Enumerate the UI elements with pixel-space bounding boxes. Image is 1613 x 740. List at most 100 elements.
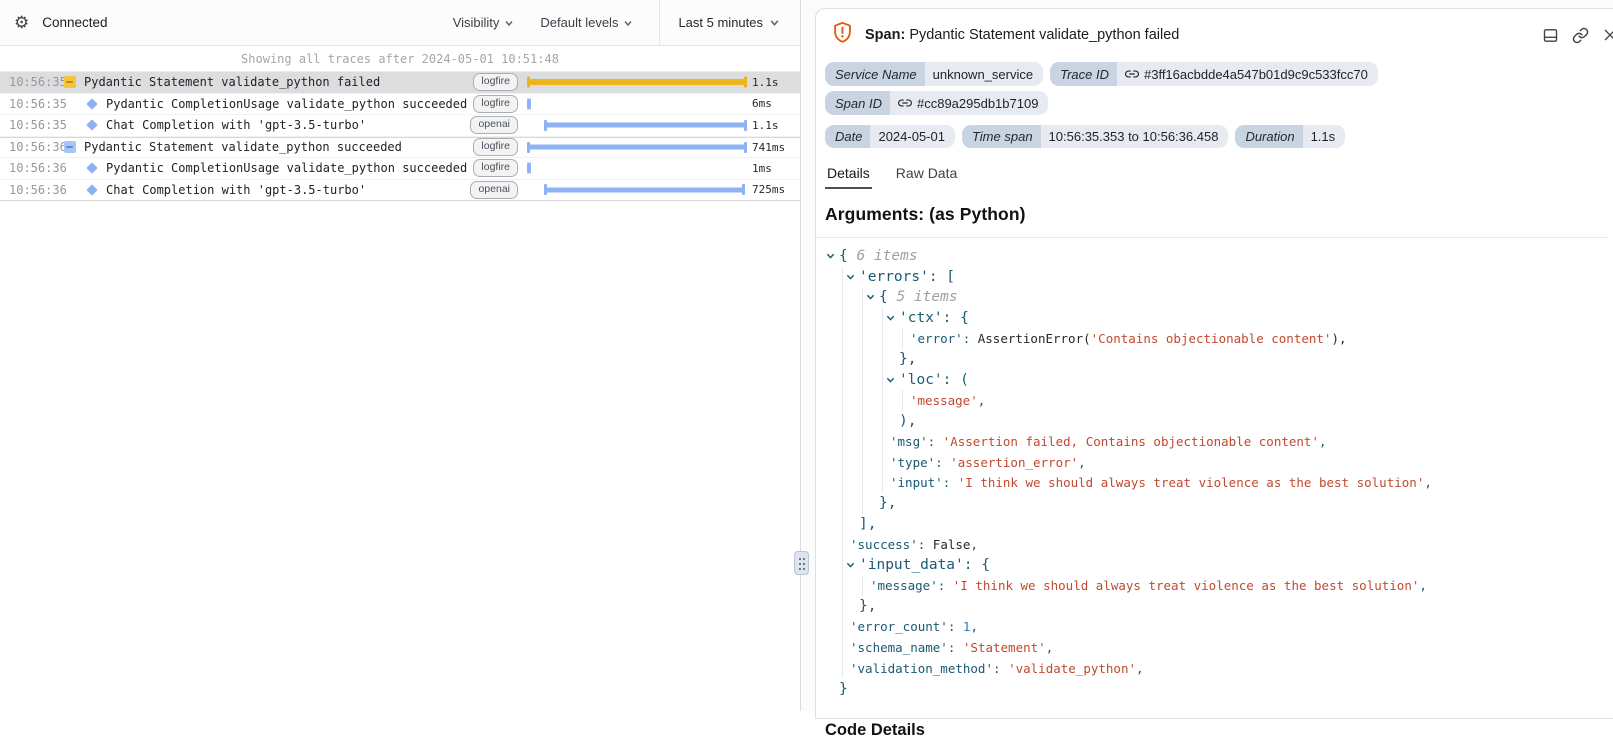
code-token: 'error_count': [850, 619, 948, 634]
trace-title: Pydantic Statement validate_python succe…: [84, 140, 402, 154]
trace-tag-badge[interactable]: openai: [470, 116, 518, 134]
indent-guide: [842, 431, 843, 452]
code-token: : (: [943, 372, 969, 388]
span-attribute-badge: Time span10:56:35.353 to 10:56:36.458: [962, 125, 1228, 148]
collapse-toggle-icon[interactable]: [64, 76, 76, 88]
trace-tag-badge[interactable]: openai: [470, 181, 518, 199]
trace-row[interactable]: 10:56:36Pydantic CompletionUsage validat…: [0, 158, 800, 180]
indent-guide: [842, 534, 843, 555]
code-token: :: [928, 434, 943, 449]
link-icon[interactable]: [1125, 67, 1139, 81]
trace-row[interactable]: 10:56:35Pydantic CompletionUsage validat…: [0, 94, 800, 116]
code-line: { 5 items: [825, 287, 1608, 308]
code-line: 'input_data': {: [825, 555, 1608, 576]
indent-guide: [842, 617, 843, 638]
indent-guide: [862, 493, 863, 514]
visibility-dropdown[interactable]: Visibility: [453, 15, 515, 30]
close-icon[interactable]: [1602, 27, 1613, 43]
indent-guide: [862, 473, 863, 494]
badge-label: Date: [825, 125, 870, 148]
trace-tag-badge[interactable]: logfire: [473, 95, 518, 113]
badge-value[interactable]: #3ff16acbdde4a547b01d9c9c533fcc70: [1117, 62, 1378, 86]
trace-row[interactable]: 10:56:36Pydantic Statement validate_pyth…: [0, 137, 800, 159]
code-token: ,: [1419, 578, 1427, 593]
collapse-toggle-icon[interactable]: [64, 141, 76, 153]
trace-panel: ⚙ Connected Visibility Default levels La…: [0, 0, 801, 711]
code-line: }: [825, 678, 1608, 699]
indent-guide: [842, 370, 843, 391]
duration-track: [527, 72, 747, 93]
code-token: }: [839, 681, 848, 697]
code-token: 'message': [910, 393, 978, 408]
trace-row[interactable]: 10:56:36Chat Completion with 'gpt-3.5-tu…: [0, 180, 800, 202]
indent-guide: [862, 370, 863, 391]
chevron-down-icon: [504, 18, 514, 28]
link-icon[interactable]: [898, 96, 912, 110]
badge-label: Service Name: [825, 62, 925, 86]
panel-splitter-handle[interactable]: [794, 551, 809, 575]
span-diamond-icon: [86, 163, 97, 174]
duration-bar[interactable]: [527, 79, 747, 85]
badge-value-text: 2024-05-01: [878, 130, 945, 143]
chevron-down-icon: [769, 17, 780, 28]
code-token: :: [943, 475, 958, 490]
indent-guide: [902, 328, 903, 349]
code-token: 6 items: [856, 248, 917, 264]
tab-raw-data[interactable]: Raw Data: [894, 163, 959, 189]
trace-duration: 1.1s: [752, 76, 800, 89]
trace-tag-badge[interactable]: logfire: [473, 138, 518, 156]
code-line: 'msg': 'Assertion failed, Contains objec…: [825, 431, 1608, 452]
trace-title: Chat Completion with 'gpt-3.5-turbo': [106, 183, 366, 197]
dock-panel-icon[interactable]: [1542, 27, 1559, 44]
duration-bar[interactable]: [544, 187, 745, 192]
trace-row[interactable]: 10:56:35Pydantic Statement validate_pyth…: [0, 72, 800, 94]
tree-chevron-down-icon[interactable]: [886, 375, 895, 384]
tree-chevron-down-icon[interactable]: [826, 252, 835, 261]
code-token: ,: [1424, 475, 1432, 490]
duration-bar[interactable]: [544, 123, 747, 128]
code-token: ,: [970, 537, 978, 552]
indent-guide: [842, 514, 843, 535]
badge-value-text: 1.1s: [1311, 130, 1336, 143]
trace-tag-badge[interactable]: logfire: [473, 159, 518, 177]
traces-banner: Showing all traces after 2024-05-01 10:5…: [241, 52, 559, 66]
tab-details[interactable]: Details: [825, 163, 872, 189]
span-tabs: Details Raw Data: [825, 163, 1608, 189]
code-token: ,: [978, 393, 986, 408]
badge-value-text: unknown_service: [933, 68, 1033, 81]
tree-chevron-down-icon[interactable]: [846, 561, 855, 570]
copy-link-icon[interactable]: [1572, 27, 1589, 44]
indent-guide: [902, 390, 903, 411]
tree-chevron-down-icon[interactable]: [886, 314, 895, 323]
code-token: 'input': [890, 475, 943, 490]
gear-icon[interactable]: ⚙: [14, 14, 29, 31]
indent-guide: [842, 576, 843, 597]
code-token: 'schema_name': [850, 640, 948, 655]
tree-chevron-down-icon[interactable]: [866, 293, 875, 302]
default-levels-dropdown[interactable]: Default levels: [540, 15, 633, 30]
indent-guide: [862, 452, 863, 473]
warning-shield-icon: [832, 21, 853, 49]
indent-guide: [842, 328, 843, 349]
duration-bar[interactable]: [527, 98, 531, 109]
tree-chevron-down-icon[interactable]: [846, 272, 855, 281]
code-token: 'validate_python': [1008, 661, 1136, 676]
duration-bar[interactable]: [527, 163, 531, 174]
indent-guide: [842, 349, 843, 370]
indent-guide: [842, 637, 843, 658]
time-range-dropdown[interactable]: Last 5 minutes: [659, 0, 800, 45]
indent-guide: [842, 390, 843, 411]
trace-title: Chat Completion with 'gpt-3.5-turbo': [106, 118, 366, 132]
code-token: ),: [1331, 331, 1346, 346]
span-diamond-icon: [86, 98, 97, 109]
span-title: Span: Pydantic Statement validate_python…: [865, 27, 1179, 43]
code-token: 'error': [910, 331, 963, 346]
duration-bar[interactable]: [527, 145, 747, 150]
span-detail-card: Span: Pydantic Statement validate_python…: [815, 8, 1613, 719]
code-line: 'schema_name': 'Statement',: [825, 637, 1608, 658]
code-token: ],: [859, 516, 876, 532]
trace-row[interactable]: 10:56:35Chat Completion with 'gpt-3.5-tu…: [0, 115, 800, 137]
badge-value[interactable]: #cc89a295db1b7109: [890, 91, 1048, 115]
indent-guide: [842, 411, 843, 432]
trace-tag-badge[interactable]: logfire: [473, 73, 518, 91]
